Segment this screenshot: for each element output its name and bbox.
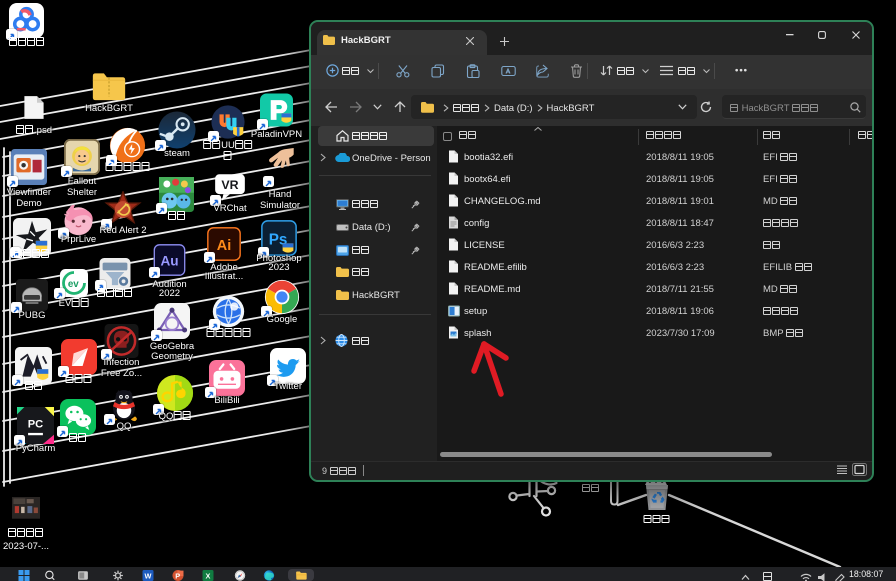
svg-text:VR: VR — [221, 178, 238, 192]
svg-text:P: P — [175, 571, 180, 580]
svg-text:Au: Au — [160, 254, 178, 269]
svg-text:ev: ev — [68, 279, 79, 290]
svg-text:X: X — [206, 571, 211, 580]
svg-text:Ai: Ai — [217, 238, 231, 254]
svg-text:PC: PC — [28, 418, 43, 430]
svg-text:W: W — [145, 571, 152, 580]
